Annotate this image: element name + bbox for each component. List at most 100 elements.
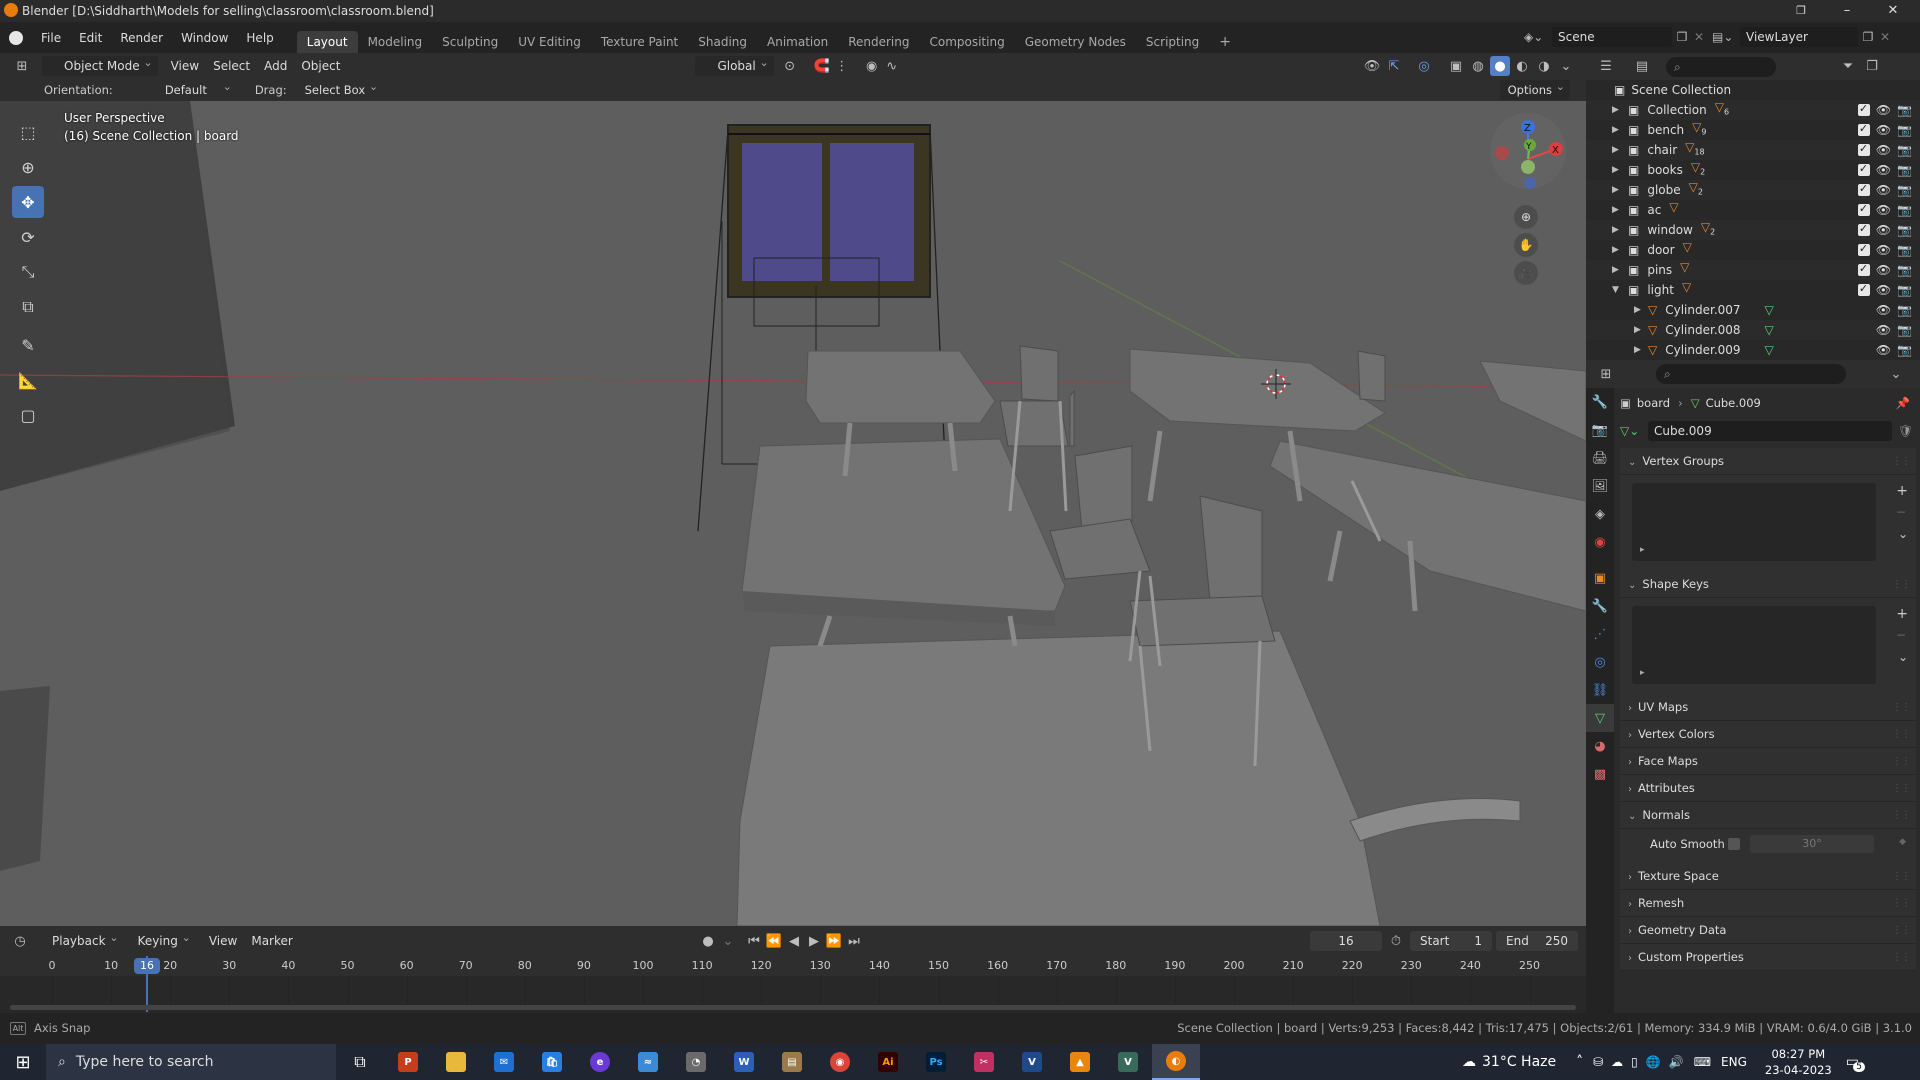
clock[interactable]: 08:27 PM 23-04-2023 [1765,1046,1832,1078]
language-indicator[interactable]: ENG [1721,1055,1747,1069]
maximize-button[interactable]: ❐ [1778,0,1824,22]
eye-icon[interactable]: 👁 [1876,220,1891,240]
preview-range-icon[interactable]: ⏱ [1386,931,1406,951]
properties-search-input[interactable]: ⌕ [1656,364,1846,384]
auto-smooth-angle-field[interactable]: 30° [1750,835,1874,853]
camera-icon[interactable]: 📷 [1897,320,1912,340]
outliner-item-books[interactable]: ▶▣books▽2👁📷 [1586,159,1920,180]
xray-toggle-icon[interactable]: ▣ [1446,56,1466,76]
timeline-scrollbar[interactable] [10,1005,1576,1010]
auto-smooth-checkbox[interactable] [1728,838,1740,850]
exclude-checkbox[interactable] [1857,279,1870,299]
object-mode-dropdown[interactable]: Object Mode [42,53,158,76]
outliner-item-ac[interactable]: ▶▣ ac ▽ 👁 📷 [1586,199,1920,220]
panel-uv-maps[interactable]: › UV Maps ⋮⋮ [1620,694,1916,721]
playback-dropdown[interactable]: Playback [44,928,124,951]
camera-icon[interactable]: 📷 [1897,160,1912,180]
app-icon[interactable]: ≈ [624,1044,672,1080]
eye-icon[interactable]: 👁 [1876,240,1891,260]
mesh-name-field[interactable]: Cube.009 [1648,421,1892,441]
outliner-child-cylinder.009[interactable]: ▶ ▽ Cylinder.009 ▽ 👁 📷 [1586,340,1920,360]
start-button[interactable]: ⊞ [0,1044,46,1080]
cursor-tool-icon[interactable]: ⊕ [12,151,44,183]
display-mode-icon[interactable]: ▤ [1632,57,1652,77]
panel-texture-space[interactable]: › Texture Space ⋮⋮ [1620,863,1916,890]
snap-target-icon[interactable]: ⋮ [832,56,852,76]
annotate-tool-icon[interactable]: ✎ [12,329,44,361]
rotate-tool-icon[interactable]: ⟳ [12,221,44,253]
end-frame-field[interactable]: End 250 [1496,931,1578,951]
particles-tab-icon[interactable]: ⋰ [1586,620,1614,648]
vue-app-icon[interactable]: V [1104,1044,1152,1080]
tab-texture-paint[interactable]: Texture Paint [591,31,688,53]
eye-icon[interactable]: 👁 [1876,320,1891,340]
tab-layout[interactable]: Layout [296,31,358,53]
tab-rendering[interactable]: Rendering [838,31,919,53]
exclude-checkbox[interactable] [1857,259,1870,279]
blender-taskbar-icon[interactable]: ◐ [1152,1044,1200,1080]
add-cube-tool-icon[interactable]: ▢ [12,399,44,431]
3d-viewport[interactable]: ⬚ ⊕ ✥ ⟳ ⤡ ⧉ ✎ 📐 ▢ User Perspective (16) … [0,101,1586,926]
expand-right-icon[interactable]: ▶ [1634,300,1648,320]
camera-icon[interactable]: 📷 [1897,220,1912,240]
word-icon[interactable]: W [720,1044,768,1080]
disk-icon[interactable]: ◔ [672,1044,720,1080]
properties-options-icon[interactable]: ⌄ [1886,364,1906,384]
outliner-editor-icon[interactable]: ☰ [1596,57,1616,77]
exclude-checkbox[interactable] [1857,119,1870,139]
task-view-icon[interactable]: ⧉ [336,1044,384,1080]
expand-right-icon[interactable]: ▶ [1634,340,1648,360]
eye-icon[interactable]: 👁 [1876,260,1891,280]
panel-remesh[interactable]: › Remesh ⋮⋮ [1620,890,1916,917]
outliner-item-chair[interactable]: ▶▣chair▽18👁📷 [1586,139,1920,160]
camera-icon[interactable]: 📷 [1897,140,1912,160]
eye-icon[interactable]: 👁 [1876,300,1891,320]
blender-menu-icon[interactable] [0,30,32,45]
exclude-checkbox[interactable] [1857,159,1870,179]
usb-icon[interactable]: ⛁ [1593,1055,1603,1069]
keying-dropdown[interactable]: Keying [130,928,196,951]
falloff-icon[interactable]: ∿ [882,56,902,76]
chrome-icon[interactable]: ◉ [816,1044,864,1080]
camera-icon[interactable]: 📷 [1897,200,1912,220]
panel-geometry-data[interactable]: › Geometry Data ⋮⋮ [1620,917,1916,944]
delete-viewlayer-icon[interactable]: ✕ [1878,30,1892,44]
file-explorer-icon[interactable] [432,1044,480,1080]
tab-geometry-nodes[interactable]: Geometry Nodes [1015,31,1136,53]
eye-icon[interactable]: 👁 [1876,340,1891,360]
vertex-groups-listbox[interactable] [1632,483,1876,561]
options-dropdown[interactable]: Options [1499,77,1570,100]
panel-face-maps[interactable]: › Face Maps ⋮⋮ [1620,748,1916,775]
outliner-child-cylinder.008[interactable]: ▶ ▽ Cylinder.008 ▽ 👁 📷 [1586,320,1920,340]
camera-icon[interactable]: 📷 [1897,180,1912,200]
prev-keyframe-icon[interactable]: ⏪ [764,931,784,951]
move-tool-icon[interactable]: ✥ [12,186,44,218]
exclude-checkbox[interactable] [1857,99,1870,119]
vertex-group-specials-button[interactable]: ⌄ [1898,527,1908,541]
jump-end-icon[interactable]: ⏭ [844,931,864,951]
outliner-item-pins[interactable]: ▶▣pins▽👁📷 [1586,259,1920,280]
expand-right-icon[interactable]: ▶ [1612,180,1628,200]
outliner-item-door[interactable]: ▶▣door▽👁📷 [1586,239,1920,260]
store-icon[interactable]: 🛍 [528,1044,576,1080]
camera-icon[interactable]: 📷 [1897,100,1912,120]
minimize-button[interactable]: – [1824,0,1870,22]
battery-icon[interactable]: ▯ [1631,1055,1638,1069]
outliner-child-cylinder.007[interactable]: ▶ ▽ Cylinder.007 ▽ 👁 📷 [1586,300,1920,320]
menu-file[interactable]: File [32,28,70,48]
view-layer-tab-icon[interactable]: 🖼 [1586,472,1614,500]
outliner-item-light[interactable]: ▼▣ light ▽ 👁 📷 [1586,279,1920,300]
data-tab-icon[interactable]: ▽ [1586,704,1614,732]
expand-right-icon[interactable]: ▶ [1612,220,1628,240]
zoom-icon[interactable]: ⊕ [1514,205,1538,229]
tab-modeling[interactable]: Modeling [358,31,433,53]
edge-icon[interactable]: e [576,1044,624,1080]
exclude-checkbox[interactable] [1857,219,1870,239]
camera-icon[interactable]: 📷 [1897,340,1912,360]
camera-icon[interactable]: 📷 [1897,260,1912,280]
list-expand-icon[interactable]: ▸ [1640,545,1645,555]
files-app-icon[interactable]: ▤ [768,1044,816,1080]
overlay-toggle-icon[interactable]: ◎ [1414,56,1434,76]
remove-shape-key-button[interactable]: − [1896,628,1906,642]
snap-icon[interactable]: 🧲 [812,56,832,76]
